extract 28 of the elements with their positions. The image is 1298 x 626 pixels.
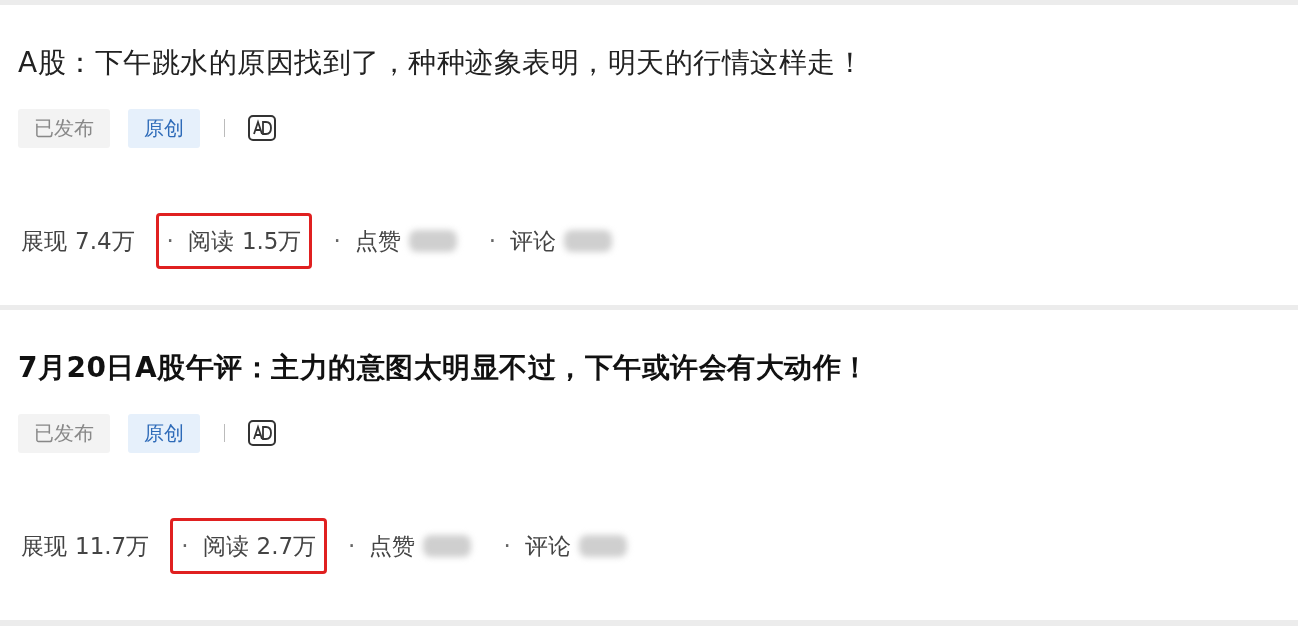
- separator-dot: ·: [166, 228, 174, 254]
- tag: 原创: [128, 108, 200, 148]
- stat-label: 评论: [524, 531, 571, 561]
- stat-value: 1.5万: [241, 226, 302, 256]
- separator-dot: ·: [503, 533, 511, 559]
- article-title[interactable]: A股：下午跳水的原因找到了，种种迹象表明，明天的行情这样走！: [18, 43, 1280, 83]
- tag: 已发布: [18, 413, 110, 453]
- stat-label: 评论: [510, 226, 557, 256]
- stat-label: 阅读: [202, 531, 249, 561]
- blurred-value: [408, 230, 457, 252]
- stat-label: 阅读: [187, 226, 234, 256]
- article-title[interactable]: 7月20日A股午评：主力的意图太明显不过，下午或许会有大动作！: [18, 348, 1280, 388]
- blurred-value: [564, 230, 613, 252]
- stat-label: 点赞: [354, 226, 401, 256]
- stat-value: 11.7万: [75, 531, 150, 561]
- blurred-value: [423, 535, 472, 557]
- tag: 原创: [128, 413, 200, 453]
- stat-value: 2.7万: [256, 531, 317, 561]
- stat-value: 7.4万: [75, 226, 135, 256]
- blurred-value: [578, 535, 627, 557]
- tag: 已发布: [18, 108, 110, 148]
- stat-label: 展现: [21, 531, 67, 561]
- separator-dot: ·: [348, 533, 356, 559]
- stat-label: 展现: [21, 226, 67, 256]
- separator-dot: ·: [333, 228, 341, 254]
- separator-dot: ·: [181, 533, 189, 559]
- separator-dot: ·: [488, 228, 497, 254]
- stat-label: 点赞: [369, 531, 416, 561]
